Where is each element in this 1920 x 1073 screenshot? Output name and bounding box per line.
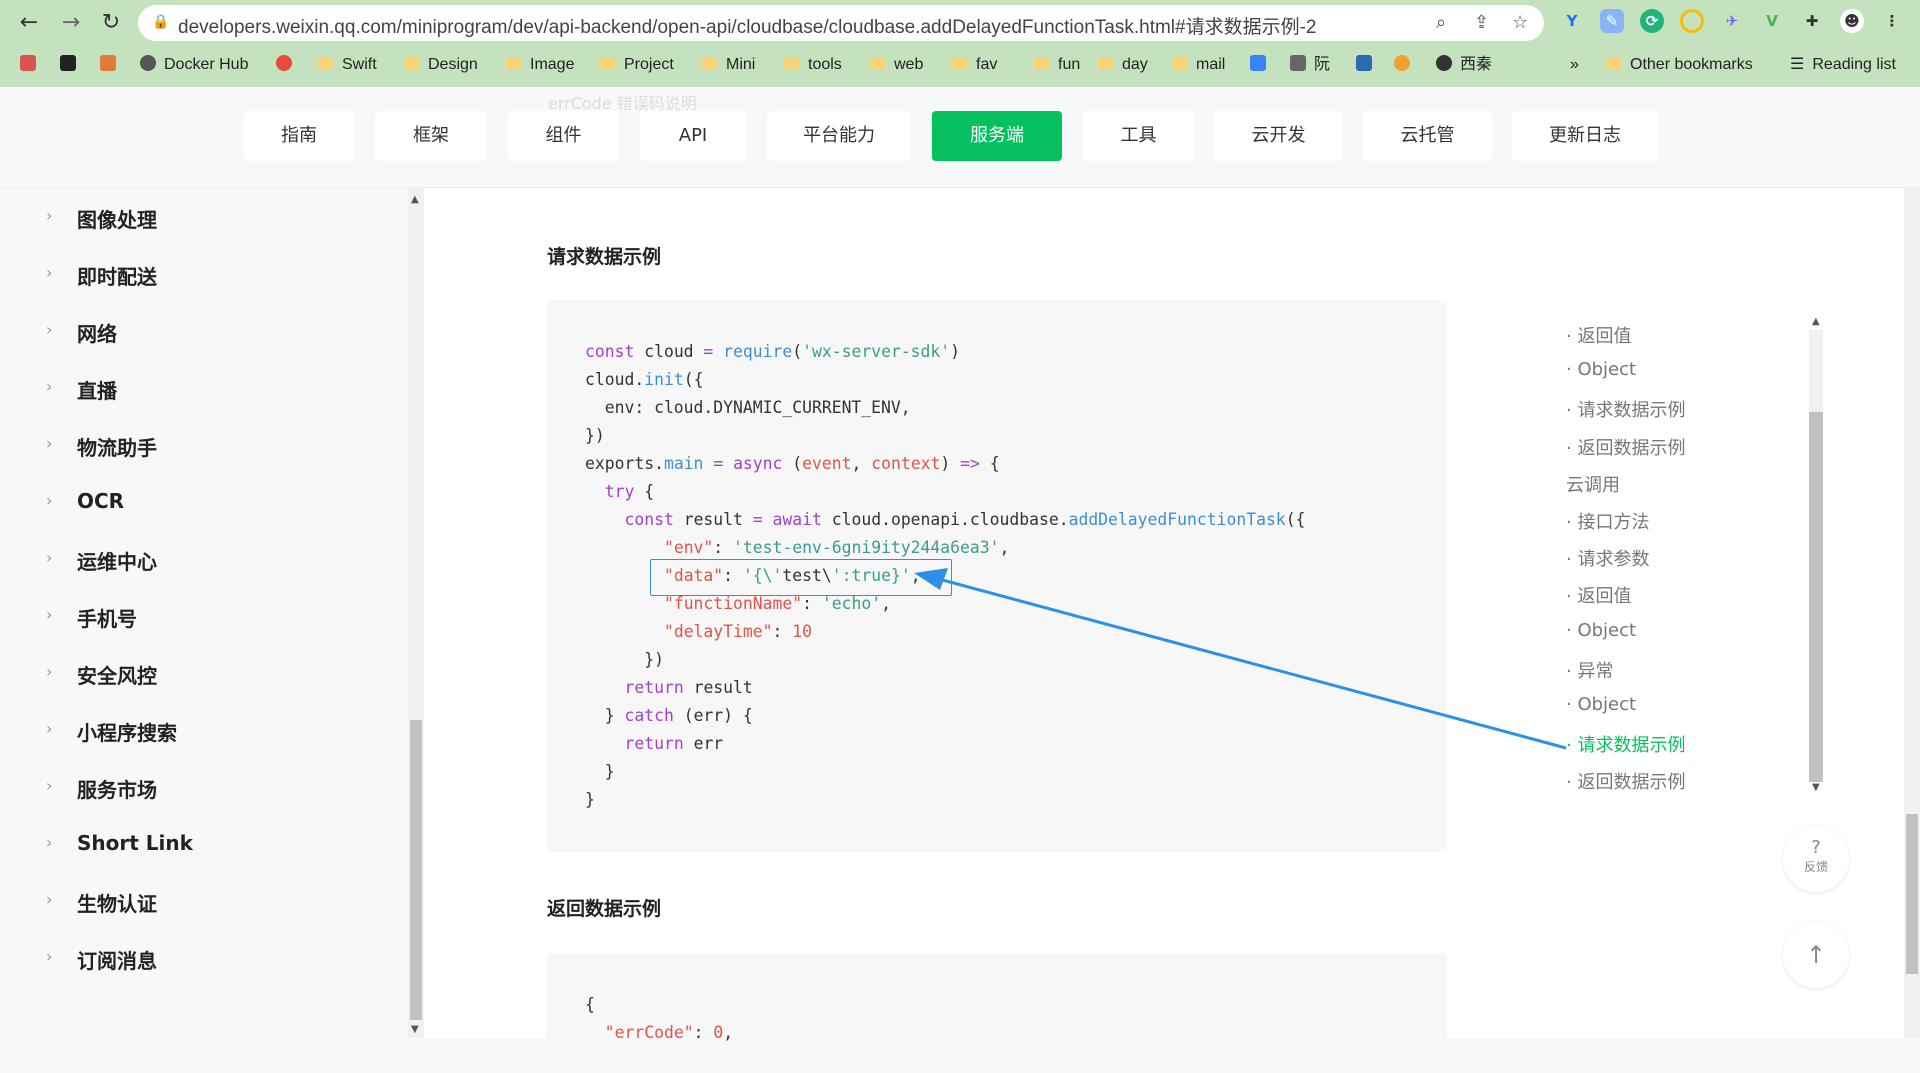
toc-scrollbar[interactable]: ▲ ▼ — [1806, 316, 1826, 796]
page-scroll-thumb[interactable] — [1906, 814, 1918, 974]
toc-item[interactable]: · 请求数据示例 — [1566, 731, 1685, 757]
toc-item[interactable]: · 异常 — [1566, 657, 1613, 683]
toc-item[interactable]: · 请求参数 — [1566, 545, 1649, 571]
toc-item[interactable]: · 返回数据示例 — [1566, 434, 1685, 460]
scroll-down-icon[interactable]: ▼ — [1812, 782, 1820, 793]
toc-item[interactable]: · Object — [1566, 620, 1636, 641]
toc-item[interactable]: · 接口方法 — [1566, 508, 1649, 534]
toc-item[interactable]: · Object — [1566, 694, 1636, 715]
feedback-button[interactable]: ? 反馈 — [1783, 826, 1849, 892]
toc-scroll-thumb[interactable] — [1809, 412, 1823, 782]
page-scrollbar[interactable] — [1904, 188, 1920, 1038]
toc-item[interactable]: 云调用 — [1566, 471, 1620, 497]
toc-item[interactable]: · 请求数据示例 — [1566, 396, 1685, 422]
scroll-up-icon[interactable]: ▲ — [1812, 316, 1820, 327]
question-icon: ? — [1811, 837, 1821, 858]
toc-item[interactable]: · 返回值 — [1566, 582, 1631, 608]
arrow-up-icon: ↑ — [1805, 941, 1827, 969]
toc-item[interactable]: · 返回值 — [1566, 322, 1631, 348]
back-to-top-button[interactable]: ↑ — [1783, 922, 1849, 988]
toc-item[interactable]: · 返回数据示例 — [1566, 768, 1685, 794]
toc-item[interactable]: · Object — [1566, 359, 1636, 380]
feedback-label: 反馈 — [1803, 860, 1828, 874]
